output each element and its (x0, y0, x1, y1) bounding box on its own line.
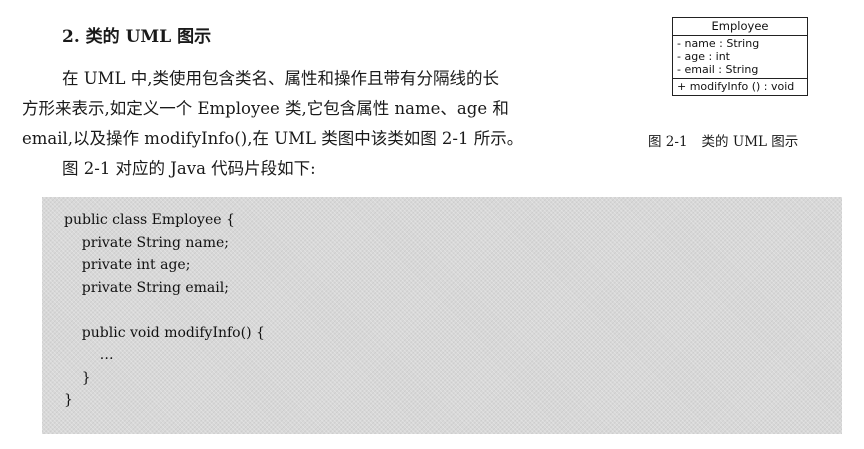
code-line: public class Employee { (64, 212, 235, 228)
paragraph-line: email,以及操作 modifyInfo(),在 UML 类图中该类如图 2-… (22, 129, 524, 148)
code-line: private int age; (64, 257, 191, 273)
uml-attribute: - age : int (677, 50, 730, 63)
paragraph-line: 在 UML 中,类使用包含类名、属性和操作且带有分隔线的长 (62, 69, 499, 88)
paragraph-line: 图 2-1 对应的 Java 代码片段如下: (62, 159, 316, 178)
body-paragraph: 在 UML 中,类使用包含类名、属性和操作且带有分隔线的长 方形来表示,如定义一… (22, 64, 642, 184)
code-line: … (64, 347, 114, 363)
figure-number: 图 2-1 (648, 134, 688, 150)
code-line: } (64, 369, 91, 386)
code-line: private String name; (64, 234, 230, 251)
uml-class-name: Employee (673, 18, 807, 36)
figure-caption: 图 2-1 类的 UML 图示 (648, 130, 798, 150)
code-line: private String email; (64, 279, 229, 296)
code-line: public void modifyInfo() { (64, 324, 265, 341)
figure-caption-text: 类的 UML 图示 (701, 134, 799, 150)
uml-class-diagram: Employee - name : String - age : int - e… (672, 17, 808, 96)
code-line: } (64, 392, 73, 408)
code-block: public class Employee { private String n… (42, 197, 842, 434)
uml-attributes: - name : String - age : int - email : St… (673, 36, 807, 79)
uml-attribute: - email : String (677, 63, 759, 76)
uml-operation: + modifyInfo () : void (677, 80, 795, 93)
section-heading: 2. 类的 UML 图示 (62, 27, 212, 47)
paragraph-line: 方形来表示,如定义一个 Employee 类,它包含属性 name、age 和 (22, 99, 509, 118)
uml-attribute: - name : String (677, 37, 760, 50)
